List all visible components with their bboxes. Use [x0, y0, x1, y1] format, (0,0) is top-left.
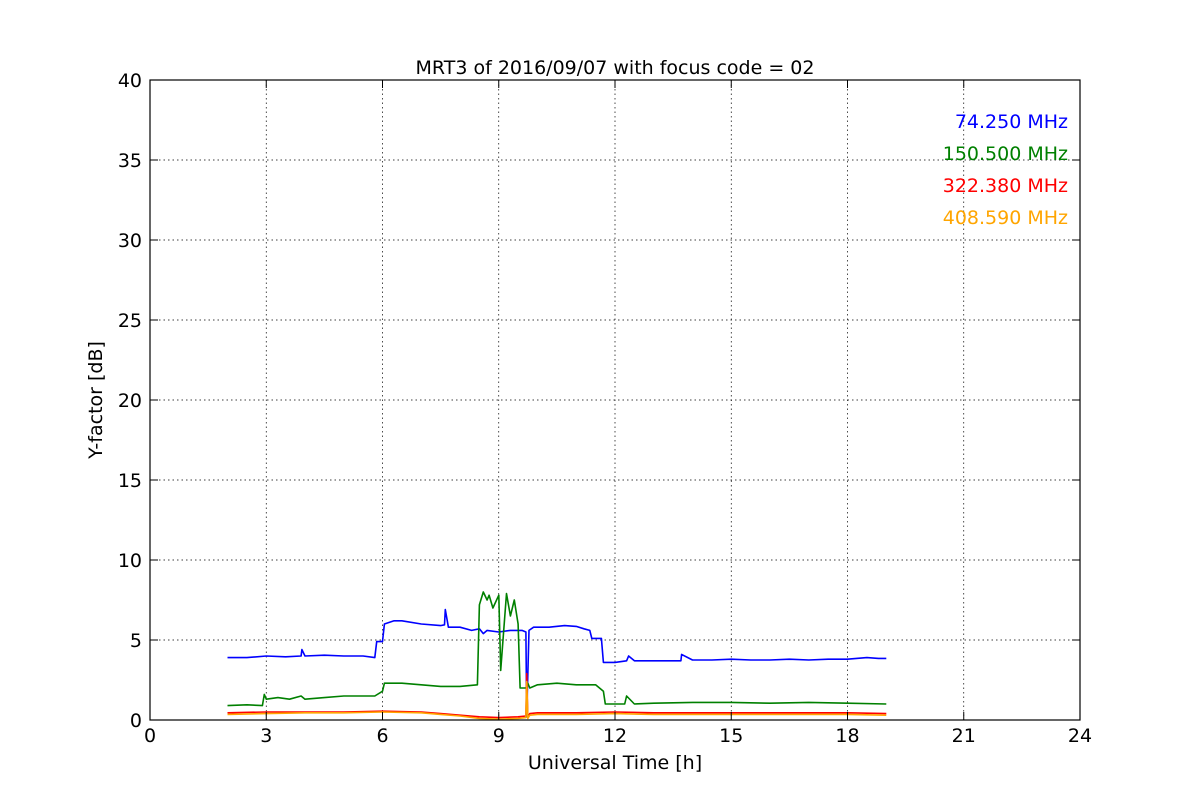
y-tick-label: 35	[118, 150, 142, 172]
x-tick-label: 24	[1068, 725, 1092, 747]
x-tick-label: 12	[603, 725, 627, 747]
x-tick-label: 15	[719, 725, 743, 747]
legend-entry-2: 322.380 MHz	[943, 175, 1068, 197]
x-axis-label: Universal Time [h]	[528, 752, 702, 774]
legend-entry-1: 150.500 MHz	[943, 143, 1068, 165]
y-tick-label: 20	[118, 390, 142, 412]
y-tick-label: 0	[130, 710, 142, 732]
x-tick-label: 3	[260, 725, 272, 747]
y-tick-label: 5	[130, 630, 142, 652]
y-tick-label: 40	[118, 70, 142, 92]
y-tick-label: 25	[118, 310, 142, 332]
chart-figure: MRT3 of 2016/09/07 with focus code = 02 …	[0, 0, 1200, 800]
x-tick-label: 21	[952, 725, 976, 747]
x-tick-label: 6	[376, 725, 388, 747]
y-tick-label: 15	[118, 470, 142, 492]
x-tick-label: 9	[493, 725, 505, 747]
legend-entry-0: 74.250 MHz	[955, 111, 1068, 133]
y-axis-label: Y-factor [dB]	[85, 341, 107, 460]
y-tick-label: 30	[118, 230, 142, 252]
chart-title: MRT3 of 2016/09/07 with focus code = 02	[416, 57, 815, 79]
x-tick-label: 18	[835, 725, 859, 747]
y-tick-label: 10	[118, 550, 142, 572]
legend-entry-3: 408.590 MHz	[943, 207, 1068, 229]
x-tick-label: 0	[144, 725, 156, 747]
